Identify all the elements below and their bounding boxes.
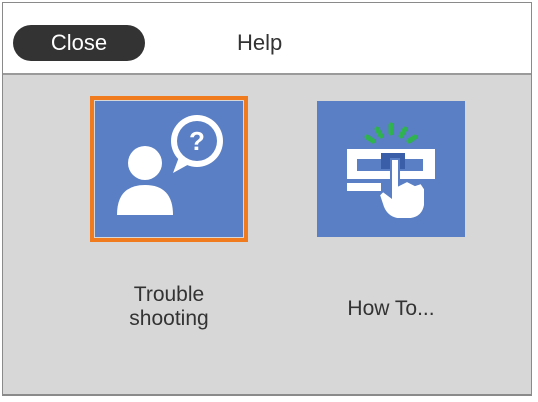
hand-press-button-icon <box>347 122 435 220</box>
page-title: Help <box>237 30 283 55</box>
header-bar: Close Help <box>3 3 531 75</box>
how-to-label: How To... <box>347 297 435 320</box>
close-button[interactable]: Close <box>13 25 145 61</box>
person-question-icon: ? <box>117 115 223 215</box>
troubleshooting-label: Trouble shooting <box>95 283 243 331</box>
troubleshooting-label-line1: Trouble <box>133 283 205 306</box>
troubleshooting-tile[interactable]: ? <box>90 96 248 242</box>
how-to-tile[interactable] <box>317 101 465 237</box>
bottom-border <box>3 394 531 395</box>
troubleshooting-label-line2: shooting <box>129 307 209 330</box>
help-screen: Close Help ? Trouble shooting How To... <box>2 2 532 396</box>
svg-text:?: ? <box>189 126 205 156</box>
